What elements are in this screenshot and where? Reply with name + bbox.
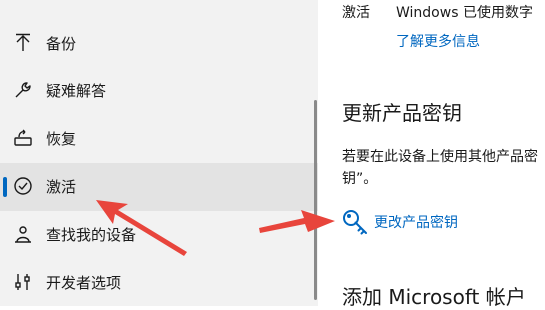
sidebar-item-recovery[interactable]: 恢复 <box>0 115 318 163</box>
sidebar-item-activation[interactable]: 激活 <box>0 163 318 211</box>
arrow-up-icon <box>12 32 34 54</box>
check-circle-icon <box>12 175 34 197</box>
change-product-key-button[interactable]: 更改产品密钥 <box>340 206 458 238</box>
active-indicator <box>3 177 7 197</box>
sidebar-item-label: 激活 <box>46 178 77 196</box>
key-icon <box>340 207 370 237</box>
sidebar-item-backup[interactable]: 备份 <box>0 20 318 68</box>
activation-status-label: 激活 <box>342 5 370 21</box>
update-product-key-heading: 更新产品密钥 <box>342 101 462 125</box>
sidebar-item-label: 备份 <box>46 35 77 53</box>
developer-sliders-icon <box>12 271 34 293</box>
settings-sidebar: 备份 疑难解答 恢复 激活 查找我的设备 开发者选项 <box>0 0 318 306</box>
update-product-key-description: 若要在此设备上使用其他产品密钥”。 <box>342 149 538 187</box>
sidebar-item-label: 查找我的设备 <box>46 226 137 244</box>
change-product-key-label: 更改产品密钥 <box>374 215 458 231</box>
sidebar-item-find-my-device[interactable]: 查找我的设备 <box>0 211 318 259</box>
sidebar-item-troubleshoot[interactable]: 疑难解答 <box>0 67 318 115</box>
sidebar-item-label: 恢复 <box>46 130 77 148</box>
sidebar-item-label: 疑难解答 <box>46 82 107 100</box>
sidebar-item-label: 开发者选项 <box>46 274 122 292</box>
scrollbar-thumb[interactable] <box>314 100 317 300</box>
wrench-icon <box>12 79 34 101</box>
recovery-icon <box>12 127 34 149</box>
learn-more-link[interactable]: 了解更多信息 <box>396 31 480 51</box>
person-location-icon <box>12 223 34 245</box>
activation-status-value: Windows 已使用数字 <box>396 5 533 21</box>
sidebar-item-developer-options[interactable]: 开发者选项 <box>0 259 318 307</box>
